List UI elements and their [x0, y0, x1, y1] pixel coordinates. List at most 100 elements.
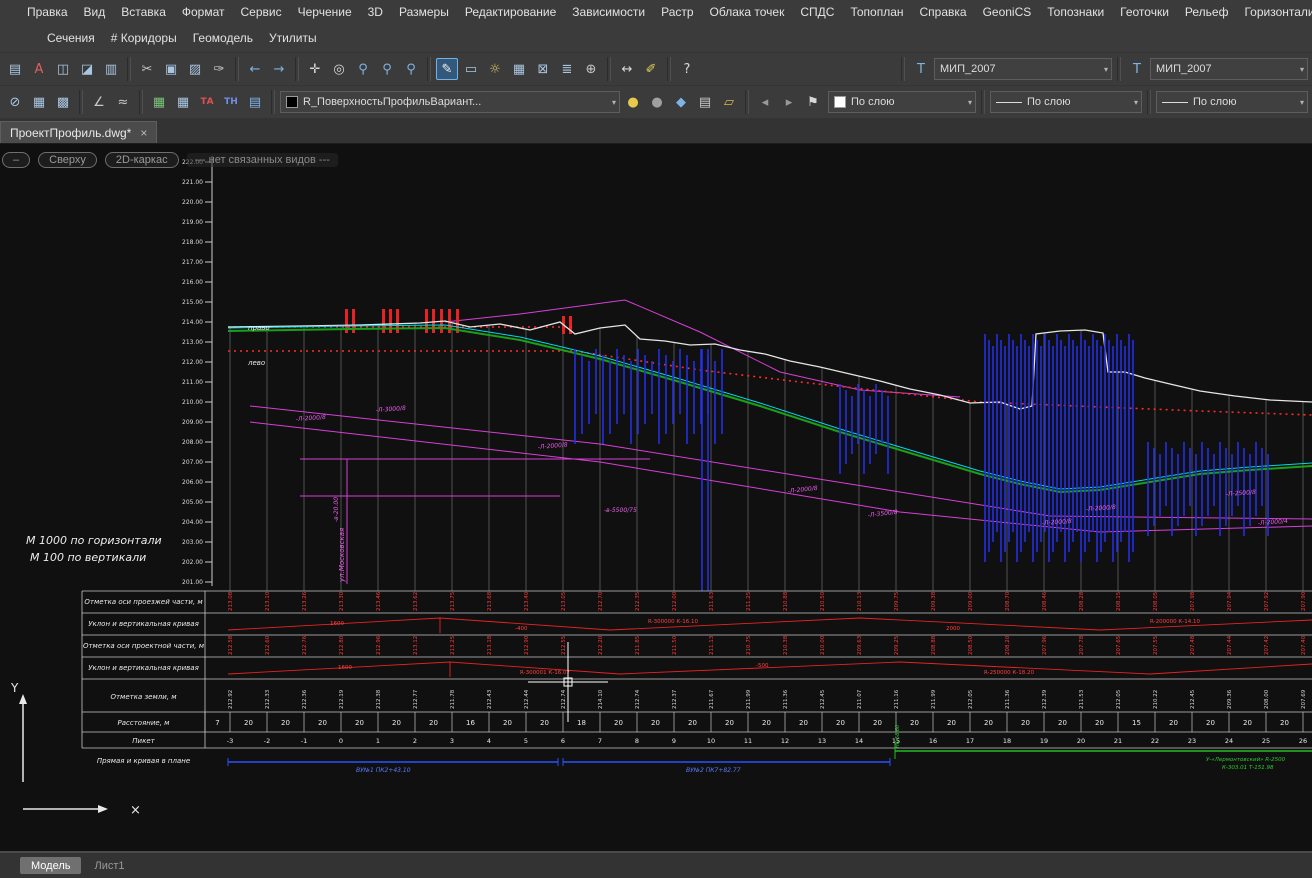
polyline-icon[interactable]: ≈: [112, 91, 134, 113]
linetype-combo[interactable]: По слою▾: [990, 91, 1142, 113]
menubar-item-13[interactable]: Топоплан: [843, 3, 910, 21]
menubar2-item-3[interactable]: Утилиты: [262, 29, 324, 47]
menubar-item-16[interactable]: Топознаки: [1040, 3, 1111, 21]
menubar-item-2[interactable]: Вставка: [114, 3, 173, 21]
lightbulb-icon[interactable]: ●: [622, 91, 644, 113]
help-icon[interactable]: ?: [676, 58, 698, 80]
chevron-down-icon[interactable]: ▾: [1300, 65, 1304, 74]
menubar-item-7[interactable]: Размеры: [392, 3, 456, 21]
menubar2-item-2[interactable]: Геомодель: [186, 29, 260, 47]
menubar-item-19[interactable]: Горизонтали: [1237, 3, 1312, 21]
viewport-minimize-control[interactable]: –: [2, 152, 30, 168]
dim-style-mip-icon[interactable]: Т: [1126, 58, 1148, 80]
chevron-down-icon[interactable]: ▾: [612, 98, 616, 107]
document-tabbar: ПроектПрофиль.dwg* ×: [0, 119, 1312, 144]
settings-sun-icon[interactable]: ☼: [484, 58, 506, 80]
copy-icon[interactable]: ▣: [160, 58, 182, 80]
sketch-pencil-icon[interactable]: ✐: [640, 58, 662, 80]
color-combo[interactable]: По слою▾: [828, 91, 976, 113]
dim-style-combo[interactable]: МИП_2007▾: [1150, 58, 1308, 80]
measure-icon[interactable]: ↔: [616, 58, 638, 80]
toolbar-separator: [901, 57, 905, 81]
external-ref-icon[interactable]: ⊠: [532, 58, 554, 80]
grid-icon[interactable]: ▦: [28, 91, 50, 113]
visual-style-control[interactable]: 2D-каркас: [105, 152, 179, 168]
save-as-icon[interactable]: ◪: [76, 58, 98, 80]
cut-icon[interactable]: ✂: [136, 58, 158, 80]
flag-icon[interactable]: ⚑: [802, 91, 824, 113]
svg-text:211.78: 211.78: [450, 689, 456, 709]
table-green-icon[interactable]: ▦: [148, 91, 170, 113]
svg-text:2: 2: [413, 737, 417, 745]
menubar-item-10[interactable]: Растр: [654, 3, 700, 21]
menubar-item-5[interactable]: Черчение: [291, 3, 359, 21]
sphere-icon[interactable]: ●: [646, 91, 668, 113]
svg-text:207.90: 207.90: [1301, 591, 1307, 611]
text-style-mip-icon[interactable]: Т: [910, 58, 932, 80]
prev-icon[interactable]: ◂: [754, 91, 776, 113]
save-icon[interactable]: ◫: [52, 58, 74, 80]
draw-pencil-icon[interactable]: ✎: [436, 58, 458, 80]
paste-icon[interactable]: ▨: [184, 58, 206, 80]
tab-close-icon[interactable]: ×: [140, 126, 147, 140]
menubar-item-11[interactable]: Облака точек: [703, 3, 792, 21]
menubar-item-4[interactable]: Сервис: [234, 3, 289, 21]
menubar-item-18[interactable]: Рельеф: [1178, 3, 1236, 21]
freeze-icon[interactable]: ◆: [670, 91, 692, 113]
properties-icon[interactable]: ≣: [556, 58, 578, 80]
menubar-item-1[interactable]: Вид: [77, 3, 113, 21]
wall-icon[interactable]: ▤: [244, 91, 266, 113]
globe-icon[interactable]: ⊕: [580, 58, 602, 80]
table-export-icon[interactable]: ▦: [172, 91, 194, 113]
menubar-item-14[interactable]: Справка: [913, 3, 974, 21]
chevron-down-icon[interactable]: ▾: [1104, 65, 1108, 74]
layer-combo[interactable]: R_ПоверхностьПрофильВариант...▾: [280, 91, 620, 113]
layout-grid-icon[interactable]: ▦: [508, 58, 530, 80]
menubar-item-6[interactable]: 3D: [361, 3, 390, 21]
chevron-down-icon[interactable]: ▾: [968, 98, 972, 107]
no-plot-icon[interactable]: ⊘: [4, 91, 26, 113]
menubar-item-17[interactable]: Геоточки: [1113, 3, 1176, 21]
table-n-icon[interactable]: ТН: [220, 91, 242, 113]
drawing-viewport[interactable]: 222.00221.00220.00219.00218.00217.00216.…: [0, 144, 1312, 851]
chevron-down-icon[interactable]: ▾: [1300, 98, 1304, 107]
model-tab[interactable]: Модель: [20, 857, 81, 874]
table-a-icon[interactable]: ТА: [196, 91, 218, 113]
zoom-window-icon[interactable]: ⚲: [352, 58, 374, 80]
redo-icon[interactable]: →: [268, 58, 290, 80]
menubar2-item-0[interactable]: Сечения: [40, 29, 102, 47]
undo-icon[interactable]: ←: [244, 58, 266, 80]
svg-text:20: 20: [1058, 719, 1067, 727]
folder-icon[interactable]: ▱: [718, 91, 740, 113]
drawing-canvas[interactable]: 222.00221.00220.00219.00218.00217.00216.…: [0, 144, 1312, 851]
plot-layer-icon[interactable]: ▤: [694, 91, 716, 113]
match-properties-icon[interactable]: ✑: [208, 58, 230, 80]
menubar-item-8[interactable]: Редактирование: [458, 3, 563, 21]
menubar2-item-1[interactable]: # Коридоры: [104, 29, 184, 47]
text-style-combo[interactable]: МИП_2007▾: [934, 58, 1112, 80]
zoom-realtime-icon[interactable]: ◎: [328, 58, 350, 80]
zoom-previous-icon[interactable]: ⚲: [376, 58, 398, 80]
lineweight-combo[interactable]: По слою▾: [1156, 91, 1308, 113]
menubar-item-0[interactable]: Правка: [20, 3, 75, 21]
svg-text:R-200000 К-14.10: R-200000 К-14.10: [1150, 619, 1200, 625]
layout1-tab[interactable]: Лист1: [83, 857, 135, 874]
next-icon[interactable]: ▸: [778, 91, 800, 113]
menubar-item-3[interactable]: Формат: [175, 3, 232, 21]
plot-icon[interactable]: ▥: [100, 58, 122, 80]
zoom-extents-icon[interactable]: ⚲: [400, 58, 422, 80]
menubar-item-12[interactable]: СПДС: [793, 3, 841, 21]
document-tab[interactable]: ПроектПрофиль.dwg* ×: [0, 121, 157, 143]
svg-text:М 100 по вертикали: М 100 по вертикали: [30, 551, 146, 564]
svg-text:Пикет: Пикет: [132, 737, 155, 745]
menubar-item-9[interactable]: Зависимости: [565, 3, 652, 21]
hatch-icon[interactable]: ▩: [52, 91, 74, 113]
print-icon[interactable]: ▤: [4, 58, 26, 80]
chevron-down-icon[interactable]: ▾: [1134, 98, 1138, 107]
angle-icon[interactable]: ∠: [88, 91, 110, 113]
viewport-view-control[interactable]: Сверху: [38, 152, 97, 168]
menubar-item-15[interactable]: GeoniCS: [976, 3, 1039, 21]
pan-icon[interactable]: ✛: [304, 58, 326, 80]
rectangle-icon[interactable]: ▭: [460, 58, 482, 80]
text-style-icon[interactable]: A: [28, 58, 50, 80]
